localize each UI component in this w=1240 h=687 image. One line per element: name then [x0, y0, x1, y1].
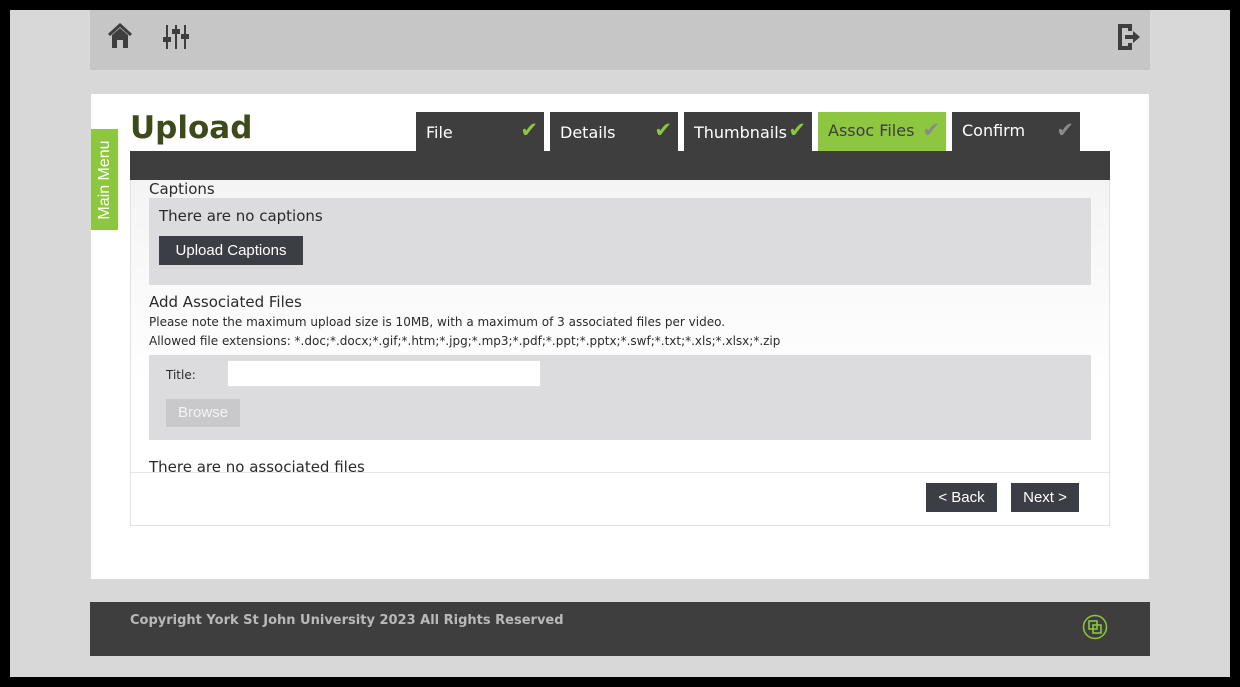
- tab-label: Assoc Files: [828, 121, 915, 140]
- tab-label: Details: [560, 123, 616, 142]
- home-icon[interactable]: [106, 22, 134, 52]
- tab-assoc-files[interactable]: Assoc Files ✔: [818, 112, 946, 151]
- main-menu-toggle[interactable]: Main Menu: [91, 129, 118, 230]
- upload-captions-button[interactable]: Upload Captions: [159, 236, 303, 265]
- tab-file[interactable]: File ✔: [416, 112, 544, 151]
- tab-details[interactable]: Details ✔: [550, 112, 678, 151]
- captions-heading: Captions: [149, 180, 215, 198]
- check-icon: ✔: [922, 118, 940, 142]
- no-assoc-files-text: There are no associated files: [149, 458, 365, 476]
- divider: [131, 472, 1109, 473]
- check-icon: ✔: [788, 118, 806, 142]
- assoc-files-heading: Add Associated Files: [149, 293, 302, 311]
- page-title: Upload: [130, 110, 253, 146]
- footer: Copyright York St John University 2023 A…: [90, 602, 1150, 656]
- main-menu-label: Main Menu: [95, 139, 113, 220]
- check-icon: ✔: [654, 118, 672, 142]
- captions-box: There are no captions Upload Captions: [149, 198, 1091, 285]
- title-input[interactable]: [227, 360, 541, 387]
- copyright-text: Copyright York St John University 2023 A…: [130, 613, 564, 628]
- next-button[interactable]: Next >: [1011, 483, 1079, 512]
- no-captions-text: There are no captions: [159, 207, 323, 225]
- app-frame: Main Menu Upload File ✔ Details ✔ Thumbn…: [10, 10, 1230, 677]
- back-button[interactable]: < Back: [926, 483, 997, 512]
- assoc-files-panel: Captions There are no captions Upload Ca…: [130, 180, 1110, 526]
- sliders-icon[interactable]: [162, 22, 190, 52]
- browse-button[interactable]: Browse: [166, 399, 240, 427]
- brand-logo-icon[interactable]: [1082, 614, 1108, 640]
- title-label: Title:: [166, 368, 196, 382]
- upload-size-note: Please note the maximum upload size is 1…: [149, 315, 726, 329]
- allowed-extensions-note: Allowed file extensions: *.doc;*.docx;*.…: [149, 334, 781, 348]
- check-icon: ✔: [520, 118, 538, 142]
- tab-label: Confirm: [962, 121, 1026, 140]
- assoc-upload-box: Title: Browse: [149, 355, 1091, 440]
- tab-confirm[interactable]: Confirm ✔: [952, 112, 1080, 151]
- tab-label: File: [426, 123, 453, 142]
- logout-icon[interactable]: [1114, 22, 1142, 52]
- tab-bar-strip: [130, 151, 1110, 180]
- top-bar: [90, 10, 1150, 70]
- tab-thumbnails[interactable]: Thumbnails ✔: [684, 112, 812, 151]
- tab-label: Thumbnails: [694, 123, 787, 142]
- check-icon: ✔: [1056, 118, 1074, 142]
